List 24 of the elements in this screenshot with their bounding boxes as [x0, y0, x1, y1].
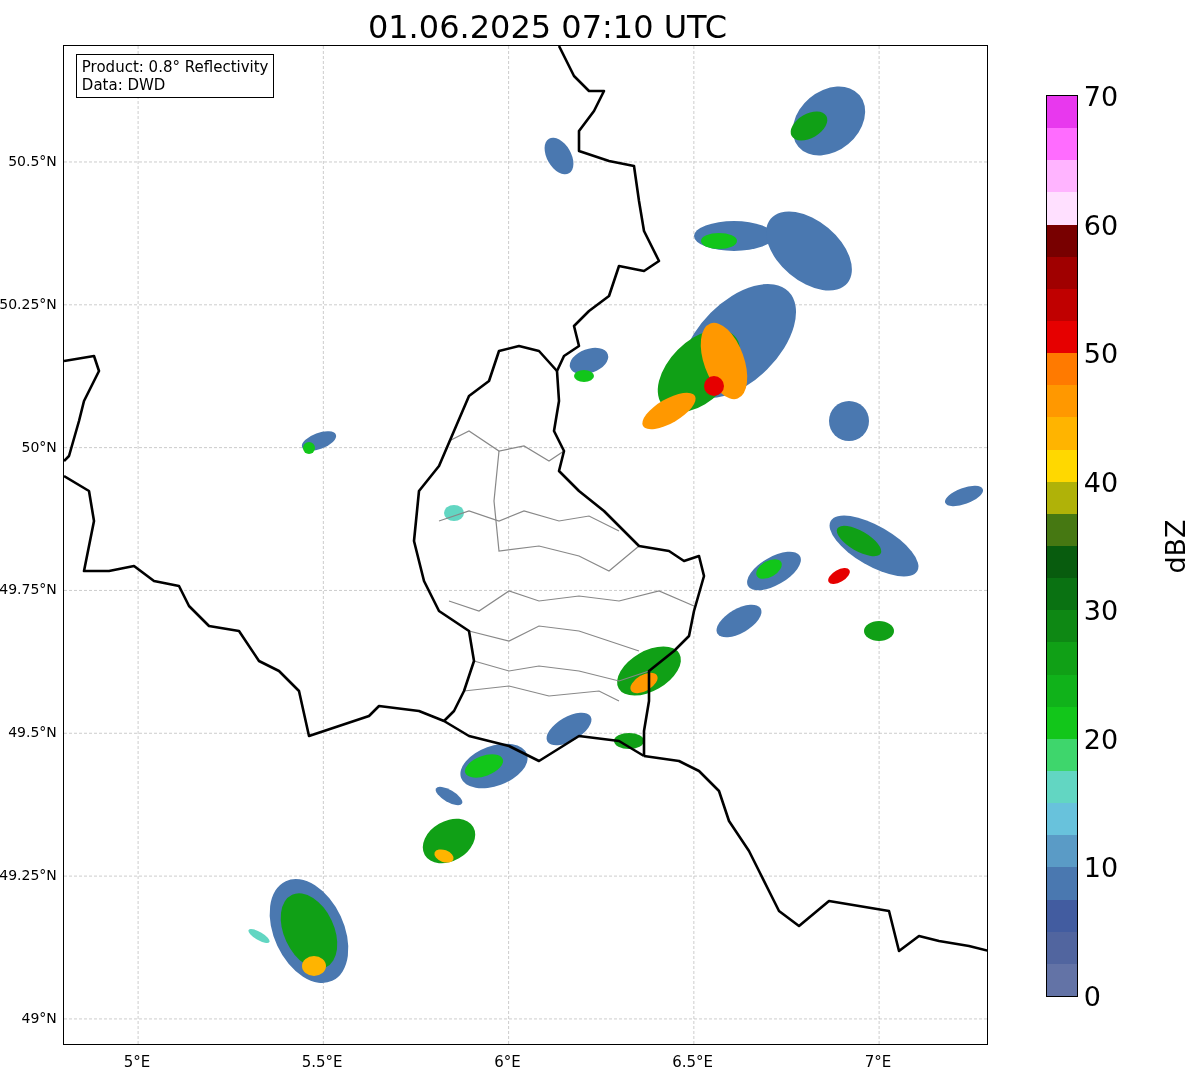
latitude-label: 49.75°N	[0, 581, 57, 598]
longitude-label: 5°E	[123, 1053, 151, 1071]
latitude-label: 50.5°N	[8, 152, 57, 169]
colorbar-label: dBZ	[1159, 518, 1191, 574]
annotation-text: Data: DWD	[81, 76, 167, 94]
latitude-label: 49.5°N	[8, 724, 57, 741]
colorbar-tick-label: 70	[1083, 80, 1119, 112]
latitude-label: 50°N	[21, 438, 57, 455]
longitude-label: 7°E	[864, 1053, 892, 1071]
latitude-label: 50.25°N	[0, 295, 57, 312]
colorbar-tick-label: 40	[1083, 466, 1119, 498]
longitude-label: 6°E	[494, 1053, 521, 1071]
colorbar-tick-label: 10	[1083, 851, 1119, 883]
colorbar-tick-label: 0	[1083, 980, 1101, 1012]
colorbar-tick-label: 30	[1083, 594, 1119, 626]
colorbar-tick-label: 60	[1083, 209, 1119, 241]
latitude-label: 49.25°N	[0, 867, 57, 884]
latitude-label: 49°N	[21, 1009, 57, 1026]
longitude-label: 5.5°E	[301, 1053, 343, 1071]
annotation-text: Product: 0.8° Reflectivity	[81, 58, 269, 76]
colorbar-tick-label: 50	[1083, 337, 1119, 369]
longitude-label: 6.5°E	[672, 1053, 714, 1071]
colorbar-tick-label: 20	[1083, 723, 1119, 755]
chart-title: 01.06.2025 07:10 UTC	[366, 7, 729, 45]
